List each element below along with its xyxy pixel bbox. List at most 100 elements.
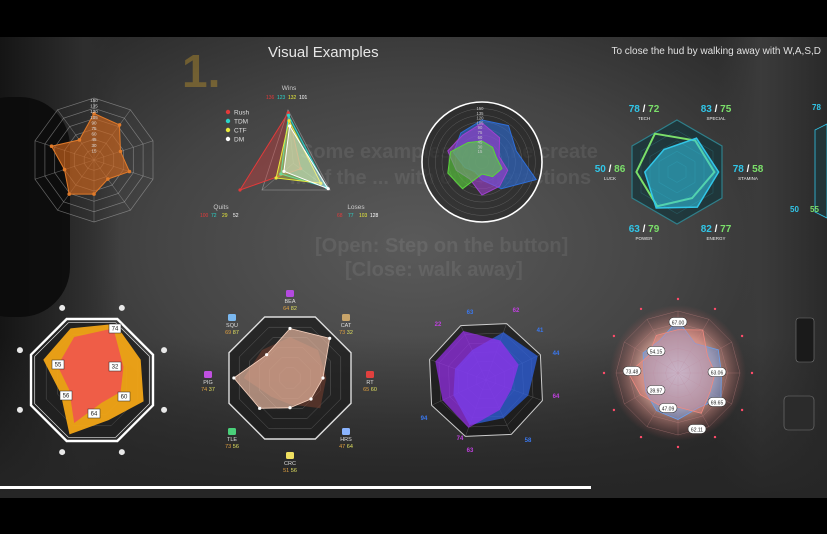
axis-value: 64 82 — [283, 306, 297, 312]
axis-label: Loses — [347, 204, 365, 211]
edge-right-panel: 78 50 55 — [783, 103, 827, 431]
scale-label: 30 — [91, 143, 97, 148]
legend-label: Rush — [234, 110, 250, 117]
game-modes-chart: Rush TDM CTF DM Wins Quits Loses 136 123 132 101 10… — [200, 85, 379, 219]
axis-label: LUCK — [604, 176, 616, 181]
data-point — [117, 123, 122, 127]
legend-marker — [225, 109, 231, 115]
axis-marker — [602, 371, 606, 375]
data-label: 69.65 — [711, 401, 724, 407]
axis-value: 51 56 — [283, 468, 297, 474]
axis-value: 136 — [266, 95, 275, 101]
data-label: 73.48 — [626, 370, 639, 376]
axis-icon — [286, 290, 294, 297]
data-label: 67.00 — [672, 321, 685, 327]
data-point — [118, 149, 123, 154]
axis-value: 78 / 72 — [629, 104, 660, 115]
edge-value: 78 — [812, 103, 821, 112]
data-label: 74 — [112, 327, 119, 333]
edge-widget — [795, 317, 815, 363]
data-point — [328, 336, 332, 340]
axis-label: PIG — [203, 380, 212, 386]
edge-value: 55 — [810, 205, 819, 214]
axis-label: CAT — [341, 323, 352, 329]
legend-label: CTF — [234, 128, 247, 135]
axis-label: Wins — [282, 85, 297, 92]
data-point — [258, 406, 262, 410]
axis-label: BEA — [284, 299, 295, 305]
axis-value: 58 — [525, 438, 532, 444]
data-label: 62.11 — [691, 428, 703, 434]
data-label: 39.97 — [650, 389, 663, 395]
data-label: 56 — [63, 394, 70, 400]
edge-widget — [783, 395, 815, 431]
data-point — [106, 177, 110, 181]
axis-value: 50 / 86 — [595, 164, 626, 175]
axis-value: 73 32 — [339, 330, 353, 336]
axis-value: 29 — [222, 213, 228, 219]
data-point — [92, 192, 96, 196]
legend-marker — [225, 118, 231, 124]
axis-icon — [161, 406, 168, 413]
axis-icon — [342, 314, 350, 321]
progress-bar — [0, 486, 592, 489]
edge-hex — [814, 123, 827, 219]
data-label: 60 — [121, 395, 128, 401]
axis-icon — [366, 371, 374, 378]
axis-label: ENERGY — [706, 236, 725, 241]
axis-label: CRC — [284, 461, 296, 467]
legend-label: TDM — [234, 119, 248, 126]
axis-value: 101 — [299, 95, 308, 101]
edge-value: 50 — [790, 205, 799, 214]
axis-value: 41 — [537, 328, 544, 334]
axis-value: 132 — [288, 95, 297, 101]
scale-label: 15 — [91, 148, 97, 153]
axis-icon — [59, 449, 66, 456]
axis-value: 128 — [370, 213, 379, 219]
scale-label: 60 — [91, 132, 97, 137]
axis-marker — [639, 435, 643, 439]
axis-value: 62 — [513, 308, 520, 314]
scale-label: 135 — [90, 104, 98, 109]
legend-marker — [225, 136, 231, 142]
data-point — [282, 169, 286, 173]
axis-label: TECH — [638, 116, 650, 121]
axis-marker — [740, 334, 744, 338]
axis-label: SPECIAL — [706, 116, 726, 121]
axis-marker — [750, 371, 754, 375]
hex-stats-chart: 78 / 72TECH 83 / 75SPECIAL 78 / 58STAMINA 8… — [595, 104, 764, 241]
axis-value: 83 / 75 — [701, 104, 732, 115]
data-point — [288, 406, 292, 410]
axis-value: 72 — [211, 213, 217, 219]
axis-value: 100 — [200, 213, 209, 219]
data-point — [287, 119, 291, 123]
axis-icon — [118, 449, 125, 456]
axis-icon — [16, 347, 23, 354]
data-label: 64 — [91, 412, 98, 418]
data-point — [288, 124, 292, 128]
axis-value: 68 — [337, 213, 343, 219]
data-label: 54.15 — [650, 350, 663, 356]
axis-icon — [228, 428, 236, 435]
axis-value: 47 64 — [339, 444, 353, 450]
data-point — [127, 169, 132, 174]
axis-label: RT — [366, 380, 374, 386]
axis-value: 64 — [553, 394, 560, 400]
axis-value: 74 37 — [201, 387, 215, 393]
axis-value: 82 / 77 — [701, 224, 732, 235]
scale-label: 105 — [90, 115, 98, 120]
data-point — [49, 144, 54, 149]
axis-icon — [342, 428, 350, 435]
axis-icon — [204, 371, 212, 378]
axis-value: 123 — [277, 95, 286, 101]
data-point — [309, 397, 313, 401]
data-point — [286, 113, 291, 117]
axis-marker — [612, 408, 616, 412]
axis-icon — [228, 314, 236, 321]
axis-value: 63 / 79 — [629, 224, 660, 235]
scale-label: 150 — [90, 98, 98, 103]
creature-octagon-chart: BEA64 82 CAT73 32 RT65 60 HRS47 64 CRC51 56 T… — [201, 290, 377, 474]
data-label: 47.09 — [662, 407, 675, 413]
legend-label: DM — [234, 137, 244, 144]
axis-marker — [612, 334, 616, 338]
